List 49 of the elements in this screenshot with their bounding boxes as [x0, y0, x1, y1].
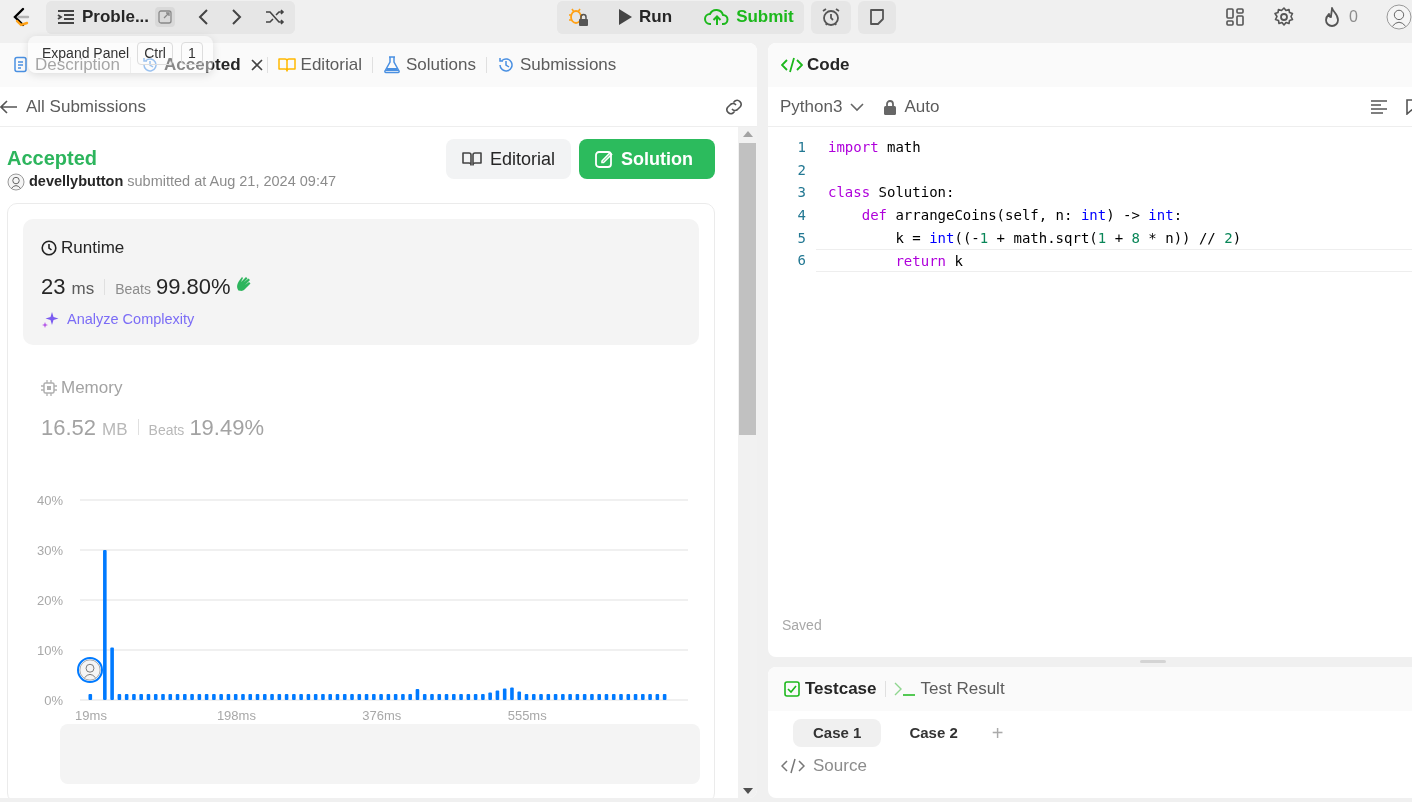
mode-label: Auto [904, 95, 940, 118]
line-number: 2 [796, 160, 807, 180]
code-line: import math [827, 138, 922, 157]
line-number: 3 [796, 183, 807, 203]
panel-tab[interactable]: Solutions [377, 52, 482, 78]
submitted-time: submitted at Aug 21, 2024 09:47 [127, 172, 337, 191]
y-axis-label: 10% [36, 642, 63, 658]
beats-percent: 19.49% [189, 413, 264, 442]
case-tab[interactable]: Case 1 [793, 718, 882, 748]
code-line: return k [816, 249, 1412, 273]
line-number: 1 [796, 138, 807, 157]
stat-title: Memory [61, 377, 123, 399]
line-number: 6 [796, 251, 807, 271]
submission-status: Accepted [7, 146, 99, 171]
beats-label: Beats [115, 280, 151, 300]
y-axis-label: 20% [36, 592, 63, 608]
stat-unit: ms [71, 278, 95, 301]
stat-title: Runtime [61, 236, 125, 259]
beats-percent: 99.80% [155, 273, 231, 302]
y-axis-label: 40% [36, 492, 63, 508]
panel-title: Code [807, 54, 850, 77]
code-line: def arrangeCoins(self, n: int) -> int: [860, 206, 1184, 226]
y-axis-label: 0% [44, 692, 63, 708]
streak-count: 0 [1349, 7, 1358, 27]
code-line: k = int((-1 + math.sqrt(1 + 8 * n)) // 2) [894, 228, 1243, 248]
back-link[interactable]: All Submissions [0, 93, 146, 120]
analyze-complexity-link[interactable]: Analyze Complexity [41, 309, 681, 331]
panel-tab[interactable]: Testcase [780, 676, 881, 702]
y-axis-label: 30% [36, 542, 63, 558]
stat-value: 23 [41, 273, 66, 302]
stat-value: 16.52 [41, 413, 97, 442]
panel-tab[interactable]: Editorial [271, 52, 368, 78]
x-axis-label: 376ms [362, 707, 402, 723]
save-status: Saved [781, 616, 823, 635]
code-line: class Solution: [827, 183, 956, 203]
username[interactable]: devellybutton [29, 171, 124, 193]
panel-tab[interactable]: Test Result [889, 676, 1009, 702]
x-axis-label: 19ms [75, 707, 107, 723]
panel-tab[interactable]: Submissions [490, 52, 623, 78]
x-axis-label: 555ms [507, 707, 547, 723]
case-tab[interactable]: Case 2 [889, 718, 978, 748]
stat-unit: MB [102, 418, 128, 441]
line-number: 4 [796, 206, 807, 226]
editorial-button[interactable]: Editorial [446, 139, 571, 179]
source-label: Source [813, 755, 867, 777]
beats-label: Beats [148, 420, 185, 440]
x-axis-label: 198ms [216, 707, 256, 723]
language-selector[interactable]: Python3 [780, 93, 865, 120]
line-number: 5 [796, 228, 807, 248]
